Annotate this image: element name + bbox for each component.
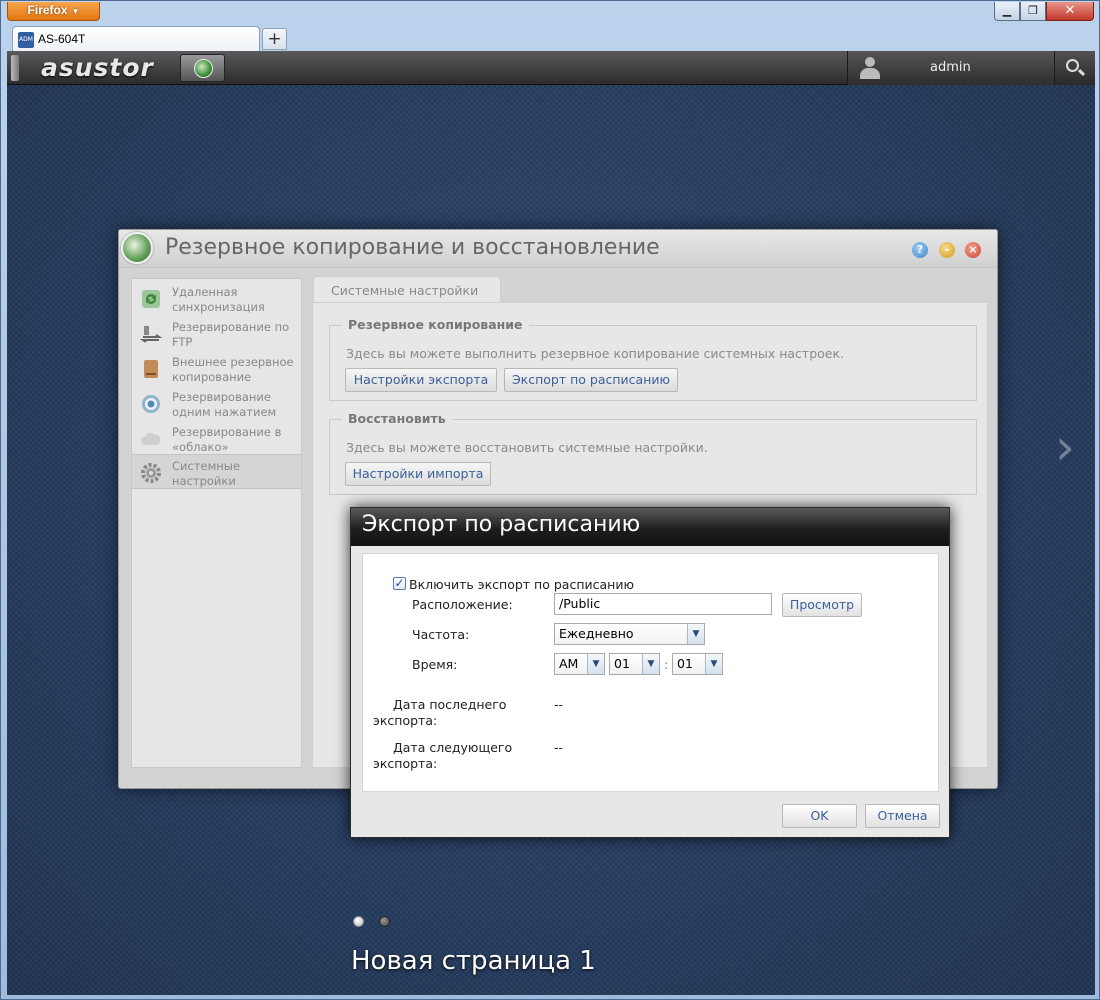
scheduled-export-button[interactable]: Экспорт по расписанию <box>504 368 678 392</box>
sidebar: Удаленная синхронизация Резервирование п… <box>131 278 302 768</box>
backup-app-icon <box>121 232 153 264</box>
user-icon <box>860 57 880 79</box>
close-button[interactable]: × <box>965 242 981 258</box>
backup-section-title: Резервное копирование <box>342 317 529 332</box>
sidebar-item-system-settings[interactable]: Системные настройки <box>132 454 301 489</box>
firefox-menu-button[interactable]: Firefox ▼ <box>7 2 100 21</box>
enable-schedule-checkbox[interactable]: ✓ <box>393 577 406 590</box>
window-close-button[interactable]: ✕ <box>1046 2 1094 21</box>
time-label: Время: <box>412 657 458 672</box>
asustor-logo: asustor <box>41 53 154 82</box>
sidebar-item-cloud-backup[interactable]: Резервирование в «облако» <box>132 421 301 456</box>
tab-title: AS-604T <box>38 32 86 46</box>
backup-section: Резервное копирование Здесь вы можете вы… <box>329 317 977 401</box>
backup-app-icon <box>194 59 213 78</box>
user-name: admin <box>930 60 971 75</box>
ok-button[interactable]: OK <box>782 804 857 828</box>
page-indicator-dot-active[interactable] <box>353 916 364 927</box>
window-header[interactable]: Резервное копирование и восстановление ?… <box>119 230 997 268</box>
window-title: Резервное копирование и восстановление <box>165 235 660 260</box>
browser-window: Firefox ▼ ▁ ❐ ✕ ADM AS-604T + asustor adm… <box>0 0 1100 1000</box>
chevron-down-icon: ▼ <box>705 654 722 674</box>
page-indicator-dot[interactable] <box>379 916 390 927</box>
adm-desktop: asustor admin › Резервное копирование и … <box>7 51 1095 995</box>
external-drive-icon <box>144 360 158 378</box>
sidebar-item-ftp-backup[interactable]: Резервирование по FTP <box>132 316 301 351</box>
location-label: Расположение: <box>412 597 513 612</box>
tab-bar: Системные настройки <box>312 276 988 303</box>
time-separator: : <box>664 657 669 672</box>
window-minimize-button[interactable]: ▁ <box>994 2 1020 21</box>
window-maximize-button[interactable]: ❐ <box>1020 2 1046 21</box>
next-page-arrow-icon[interactable]: › <box>1055 422 1085 472</box>
help-button[interactable]: ? <box>912 242 928 258</box>
browse-button[interactable]: Просмотр <box>782 593 862 617</box>
adm-taskbar: asustor admin <box>7 51 1095 85</box>
browser-tab[interactable]: ADM AS-604T <box>12 26 260 51</box>
dialog-body: ✓ Включить экспорт по расписанию Располо… <box>362 553 939 792</box>
hour-select[interactable]: 01 ▼ <box>609 653 660 675</box>
restore-description: Здесь вы можете восстановить системные н… <box>346 440 708 455</box>
one-touch-icon <box>142 395 160 413</box>
restore-section-title: Восстановить <box>342 411 452 426</box>
sync-icon <box>142 290 160 308</box>
sidebar-item-label: Резервирование по FTP <box>172 320 290 349</box>
hour-value: 01 <box>614 656 630 671</box>
adm-favicon-icon: ADM <box>18 32 34 48</box>
location-input[interactable]: /Public <box>554 593 772 615</box>
page-label: Новая страница 1 <box>351 946 596 976</box>
last-export-label: Дата последнего экспорта: <box>373 697 507 728</box>
ampm-value: AM <box>559 656 579 671</box>
next-export-label: Дата следующего экспорта: <box>373 740 513 771</box>
search-button[interactable] <box>1055 51 1095 85</box>
ftp-icon <box>140 326 162 343</box>
frequency-label: Частота: <box>412 627 470 642</box>
sidebar-item-label: Резервирование в «облако» <box>172 425 282 454</box>
sidebar-item-external-backup[interactable]: Внешнее резервное копирование <box>132 351 301 386</box>
dropdown-arrow-icon: ▼ <box>71 7 80 16</box>
import-settings-button[interactable]: Настройки импорта <box>345 462 491 486</box>
user-menu[interactable]: admin <box>847 51 1055 85</box>
sidebar-item-remote-sync[interactable]: Удаленная синхронизация <box>132 281 301 316</box>
chevron-down-icon: ▼ <box>687 624 704 644</box>
new-tab-button[interactable]: + <box>262 28 287 50</box>
minimize-button[interactable]: – <box>939 242 955 258</box>
cancel-button[interactable]: Отмена <box>865 804 940 828</box>
gear-icon <box>141 463 161 483</box>
sidebar-item-label: Резервирование одним нажатием <box>172 390 277 419</box>
export-settings-button[interactable]: Настройки экспорта <box>345 368 497 392</box>
minute-select[interactable]: 01 ▼ <box>672 653 723 675</box>
sidebar-item-label: Системные настройки <box>172 459 240 488</box>
taskbar-grip-icon <box>11 55 19 81</box>
chevron-down-icon: ▼ <box>642 654 659 674</box>
restore-section: Восстановить Здесь вы можете восстановит… <box>329 411 977 495</box>
frequency-select[interactable]: Ежедневно ▼ <box>554 623 705 645</box>
scheduled-export-dialog: Экспорт по расписанию ✓ Включить экспорт… <box>350 507 950 838</box>
chevron-down-icon: ▼ <box>587 654 604 674</box>
dialog-title: Экспорт по расписанию <box>362 512 641 537</box>
minute-value: 01 <box>677 656 693 671</box>
ampm-select[interactable]: AM ▼ <box>554 653 605 675</box>
tab-system-settings[interactable]: Системные настройки <box>313 276 501 303</box>
last-export-value: -- <box>554 697 564 712</box>
backup-description: Здесь вы можете выполнить резервное копи… <box>346 346 844 361</box>
sidebar-item-label: Удаленная синхронизация <box>172 285 265 314</box>
frequency-value: Ежедневно <box>559 626 634 641</box>
next-export-value: -- <box>554 740 564 755</box>
backup-app-taskbar-button[interactable] <box>180 54 225 82</box>
cloud-icon <box>141 432 161 445</box>
enable-schedule-label: Включить экспорт по расписанию <box>409 577 634 592</box>
sidebar-item-label: Внешнее резервное копирование <box>172 355 294 384</box>
sidebar-item-one-touch-backup[interactable]: Резервирование одним нажатием <box>132 386 301 421</box>
dialog-header[interactable]: Экспорт по расписанию <box>351 508 949 546</box>
